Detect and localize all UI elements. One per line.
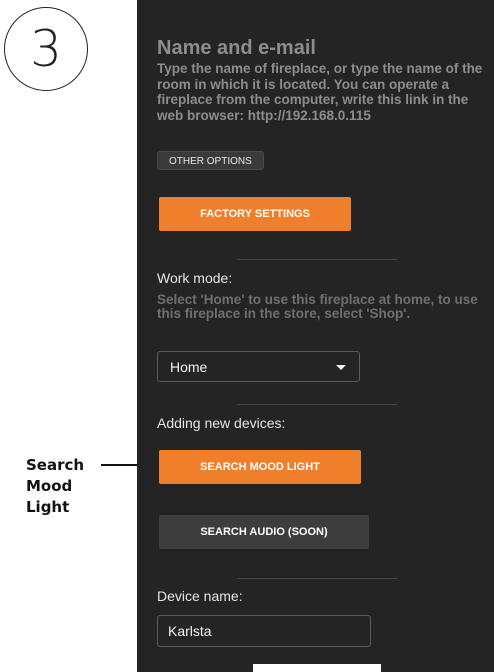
callout-line-3: Light bbox=[26, 498, 70, 516]
section-title: Name and e-mail bbox=[157, 37, 316, 59]
device-name-input[interactable]: Karlsta bbox=[157, 615, 371, 647]
divider bbox=[237, 578, 397, 579]
work-mode-hint: Select 'Home' to use this fireplace at h… bbox=[157, 292, 478, 321]
settings-screen: Name and e-mail Type the name of firepla… bbox=[137, 0, 494, 672]
instruction-page: 3 Search Mood Light Name and e-mail Type… bbox=[0, 0, 494, 672]
section-description: Type the name of fireplace, or type the … bbox=[157, 61, 483, 123]
callout-line-2: Mood bbox=[26, 477, 73, 495]
device-name-value: Karlsta bbox=[168, 623, 212, 639]
factory-settings-button[interactable]: FACTORY SETTINGS bbox=[159, 197, 351, 231]
search-mood-light-button[interactable]: SEARCH MOOD LIGHT bbox=[159, 450, 361, 484]
work-mode-selected-value: Home bbox=[170, 358, 208, 375]
work-mode-select[interactable]: Home bbox=[157, 351, 360, 382]
step-number-circle: 3 bbox=[4, 7, 88, 91]
divider bbox=[237, 404, 397, 405]
callout-label: Search Mood Light bbox=[26, 455, 84, 518]
step-number: 3 bbox=[30, 20, 62, 78]
dropdown-caret-icon bbox=[336, 365, 346, 370]
work-mode-label: Work mode: bbox=[157, 270, 233, 286]
device-name-label: Device name: bbox=[157, 588, 243, 604]
callout-line-1: Search bbox=[26, 456, 85, 474]
bottom-button-edge bbox=[253, 664, 381, 672]
adding-devices-label: Adding new devices: bbox=[157, 415, 286, 431]
search-audio-button[interactable]: SEARCH AUDIO (SOON) bbox=[159, 515, 369, 549]
divider bbox=[237, 259, 397, 260]
other-options-button[interactable]: OTHER OPTIONS bbox=[157, 151, 264, 170]
